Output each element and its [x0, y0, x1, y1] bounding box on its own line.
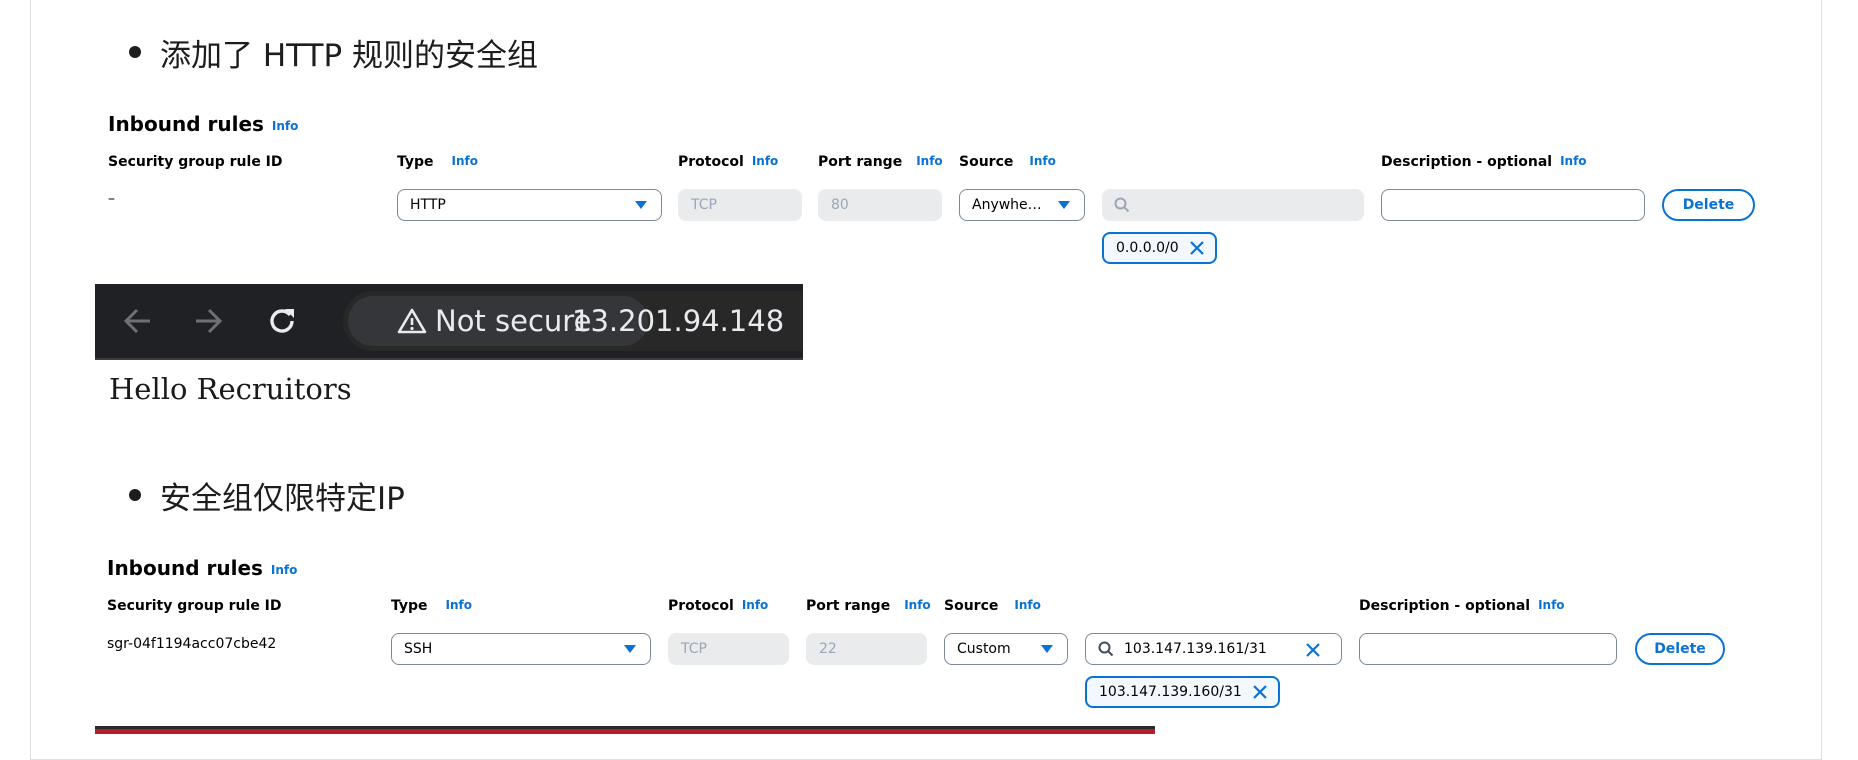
type-select-value: SSH: [404, 641, 433, 657]
search-icon: [1098, 641, 1114, 657]
reload-icon[interactable]: [267, 306, 297, 336]
info-link[interactable]: Info: [916, 154, 942, 168]
close-icon[interactable]: [1305, 642, 1321, 658]
header-type: Type Info: [397, 154, 478, 170]
back-arrow-icon[interactable]: [123, 308, 153, 334]
source-search-value: 103.147.139.161/31: [1124, 641, 1267, 657]
protocol-field: TCP: [678, 189, 802, 221]
bullet-item-ip-restriction: 安全组仅限特定IP: [129, 473, 405, 517]
header-source-text: Source: [944, 598, 999, 614]
browser-address-bar: Not secure 13.201.94.148: [95, 284, 803, 360]
header-port-range-text: Port range: [818, 154, 903, 170]
source-select[interactable]: Anywhe…: [959, 189, 1085, 221]
close-icon[interactable]: [1189, 240, 1205, 256]
forward-arrow-icon[interactable]: [193, 308, 223, 334]
caret-down-icon: [1041, 645, 1053, 653]
not-secure-text: Not secure: [435, 304, 592, 338]
bullet-text: 添加了 HTTP 规则的安全组: [160, 37, 539, 74]
address-url[interactable]: 13.201.94.148: [572, 302, 784, 340]
header-source-text: Source: [959, 154, 1014, 170]
header-port-range: Port range Info: [806, 598, 931, 614]
header-rule-id: Security group rule ID: [107, 598, 282, 614]
delete-button[interactable]: Delete: [1635, 633, 1725, 665]
description-input[interactable]: [1381, 189, 1645, 221]
header-type-text: Type: [397, 154, 434, 170]
source-select-value: Custom: [957, 641, 1011, 657]
inbound-rules-title: Inbound rules Info: [107, 556, 297, 580]
header-protocol-text: Protocol: [668, 598, 734, 614]
type-select[interactable]: SSH: [391, 633, 651, 665]
info-link[interactable]: Info: [271, 563, 297, 577]
header-type-text: Type: [391, 598, 428, 614]
header-protocol: Protocol Info: [668, 598, 768, 614]
page-body-text: Hello Recruitors: [109, 372, 352, 406]
not-secure-label[interactable]: Not secure: [397, 302, 591, 340]
info-link[interactable]: Info: [1560, 154, 1586, 168]
info-link[interactable]: Info: [1029, 154, 1055, 168]
header-description: Description - optional Info: [1359, 598, 1565, 614]
info-link[interactable]: Info: [1014, 598, 1040, 612]
header-type: Type Info: [391, 598, 472, 614]
header-protocol-text: Protocol: [678, 154, 744, 170]
source-search-input[interactable]: [1102, 189, 1364, 221]
inbound-rules-title-text: Inbound rules: [107, 556, 263, 580]
header-port-range-text: Port range: [806, 598, 891, 614]
info-link[interactable]: Info: [452, 154, 478, 168]
source-token: 0.0.0.0/0: [1102, 232, 1217, 264]
header-port-range: Port range Info: [818, 154, 943, 170]
rule-id-value: –: [108, 191, 115, 207]
warning-icon: [397, 308, 427, 334]
type-select-value: HTTP: [410, 197, 446, 213]
inbound-rules-title: Inbound rules Info: [108, 112, 298, 136]
search-icon: [1114, 197, 1130, 213]
port-range-field: 22: [806, 633, 927, 665]
port-range-field: 80: [818, 189, 942, 221]
bullet-item-http-rule: 添加了 HTTP 规则的安全组: [129, 30, 538, 74]
info-link[interactable]: Info: [752, 154, 778, 168]
caret-down-icon: [624, 645, 636, 653]
caret-down-icon: [1058, 201, 1070, 209]
bullet-dot: [129, 46, 141, 58]
info-link[interactable]: Info: [904, 598, 930, 612]
header-rule-id: Security group rule ID: [108, 154, 283, 170]
info-link[interactable]: Info: [1538, 598, 1564, 612]
header-description: Description - optional Info: [1381, 154, 1587, 170]
source-select-value: Anywhe…: [972, 197, 1042, 213]
rule-id-value: sgr-04f1194acc07cbe42: [107, 636, 277, 652]
delete-button[interactable]: Delete: [1662, 189, 1755, 221]
description-input[interactable]: [1359, 633, 1617, 665]
protocol-field: TCP: [668, 633, 789, 665]
close-icon[interactable]: [1252, 684, 1268, 700]
info-link[interactable]: Info: [272, 119, 298, 133]
source-token-value: 103.147.139.160/31: [1099, 684, 1242, 700]
source-token-value: 0.0.0.0/0: [1116, 240, 1179, 256]
source-token: 103.147.139.160/31: [1085, 676, 1280, 708]
header-description-text: Description - optional: [1381, 154, 1553, 170]
red-banner-strip: [95, 729, 1155, 734]
info-link[interactable]: Info: [446, 598, 472, 612]
header-protocol: Protocol Info: [678, 154, 778, 170]
header-source: Source Info: [944, 598, 1041, 614]
source-select[interactable]: Custom: [944, 633, 1068, 665]
bullet-text: 安全组仅限特定IP: [160, 480, 405, 517]
type-select[interactable]: HTTP: [397, 189, 662, 221]
source-search-input[interactable]: 103.147.139.161/31: [1085, 633, 1342, 665]
info-link[interactable]: Info: [742, 598, 768, 612]
caret-down-icon: [635, 201, 647, 209]
next-screenshot-edge: [95, 726, 1155, 734]
bullet-dot: [129, 489, 141, 501]
header-source: Source Info: [959, 154, 1056, 170]
inbound-rules-title-text: Inbound rules: [108, 112, 264, 136]
header-description-text: Description - optional: [1359, 598, 1531, 614]
